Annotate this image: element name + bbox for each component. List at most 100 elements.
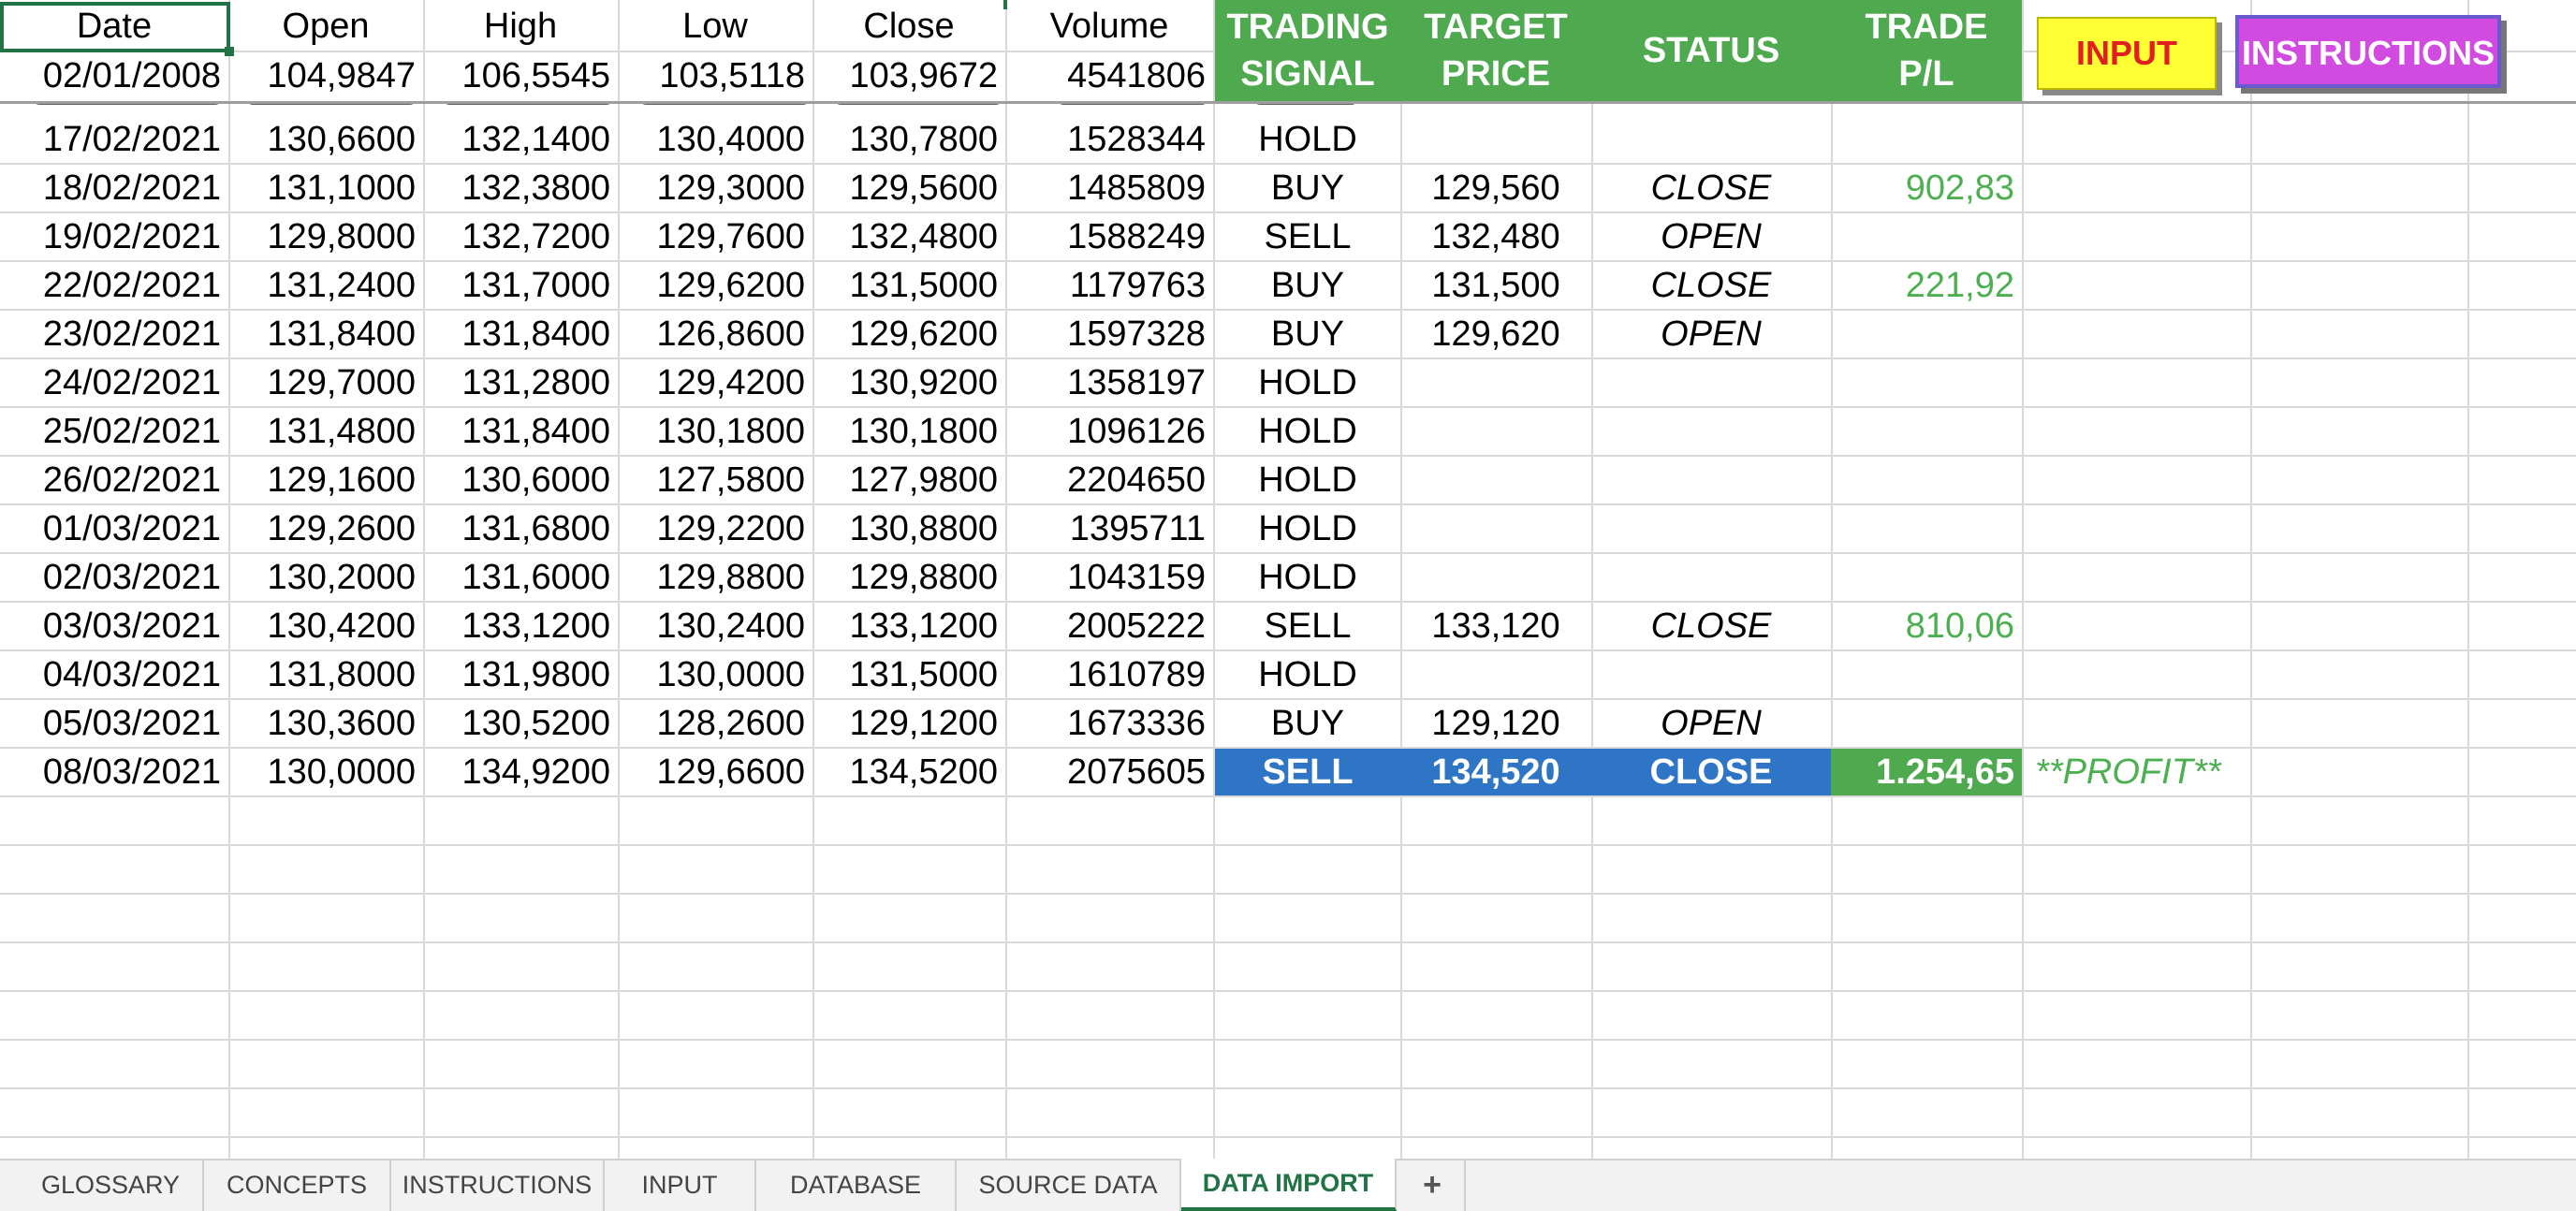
cell-signal[interactable]: SELL	[1215, 603, 1400, 649]
cell-date[interactable]: 23/02/2021	[0, 311, 228, 357]
cell-high[interactable]: 131,6000	[423, 554, 618, 601]
cell-note[interactable]	[2024, 554, 2398, 601]
cell-date[interactable]: 19/02/2021	[0, 213, 228, 260]
cell-date[interactable]: 02/03/2021	[0, 554, 228, 601]
cell-close[interactable]: 131,5000	[812, 651, 1005, 698]
cell-pl[interactable]	[1831, 116, 2022, 163]
cell-status[interactable]	[1591, 651, 1831, 698]
col-header-status[interactable]: STATUS	[1591, 0, 1831, 101]
cell-pl[interactable]: 902,83	[1831, 165, 2022, 212]
cell-close[interactable]: 127,9800	[812, 457, 1005, 503]
cell-open[interactable]: 129,7000	[228, 359, 423, 406]
cell-note[interactable]	[2024, 213, 2398, 260]
cell-volume[interactable]: 2204650	[1005, 457, 1213, 503]
cell-high[interactable]: 132,7200	[423, 213, 618, 260]
cell-status[interactable]: OPEN	[1591, 213, 1831, 260]
cell-low[interactable]: 127,5800	[618, 457, 812, 503]
cell-status[interactable]: OPEN	[1591, 700, 1831, 747]
cell-pl[interactable]	[1831, 651, 2022, 698]
cell-volume[interactable]: 1610789	[1005, 651, 1213, 698]
cell-signal[interactable]: HOLD	[1215, 651, 1400, 698]
cell-volume[interactable]: 2075605	[1005, 749, 1213, 795]
cell-close[interactable]: 133,1200	[812, 603, 1005, 649]
cell-high[interactable]: 131,6800	[423, 505, 618, 552]
cell-date[interactable]: 04/03/2021	[0, 651, 228, 698]
cell-low[interactable]: 130,1800	[618, 408, 812, 455]
cell-note[interactable]	[2024, 457, 2398, 503]
cell-open[interactable]: 131,8000	[228, 651, 423, 698]
cell-note[interactable]	[2024, 700, 2398, 747]
cell-signal[interactable]: BUY	[1215, 262, 1400, 309]
cell-volume[interactable]: 1096126	[1005, 408, 1213, 455]
sheet-tab-source-data[interactable]: SOURCE DATA	[957, 1160, 1181, 1211]
add-sheet-button[interactable]: +	[1400, 1160, 1466, 1211]
cell-status[interactable]	[1591, 116, 1831, 163]
col-header-close[interactable]: Close	[812, 0, 1005, 52]
cell-pl[interactable]: 221,92	[1831, 262, 2022, 309]
cell-target[interactable]: 129,620	[1400, 311, 1591, 357]
cell-pl[interactable]	[1831, 700, 2022, 747]
cell-volume[interactable]: 1358197	[1005, 359, 1213, 406]
cell-target[interactable]	[1400, 408, 1591, 455]
cell-target[interactable]: 134,520	[1400, 749, 1591, 795]
cell-open[interactable]: 129,2600	[228, 505, 423, 552]
cell-high[interactable]: 133,1200	[423, 603, 618, 649]
cell-note[interactable]: **PROFIT**	[2024, 749, 2398, 795]
cell-low[interactable]: 129,3000	[618, 165, 812, 212]
cell-low[interactable]: 129,2200	[618, 505, 812, 552]
cell-pl[interactable]	[1831, 311, 2022, 357]
cell-signal[interactable]: BUY	[1215, 311, 1400, 357]
cell-date[interactable]: 17/02/2021	[0, 116, 228, 163]
cell-open[interactable]: 130,4200	[228, 603, 423, 649]
cell-date[interactable]: 08/03/2021	[0, 749, 228, 795]
cell-low[interactable]: 128,2600	[618, 700, 812, 747]
cell-status[interactable]	[1591, 505, 1831, 552]
sheet-tab-database[interactable]: DATABASE	[756, 1160, 957, 1211]
cell-low[interactable]: 129,7600	[618, 213, 812, 260]
cell-status[interactable]	[1591, 408, 1831, 455]
cell-target[interactable]	[1400, 116, 1591, 163]
cell-date[interactable]: 25/02/2021	[0, 408, 228, 455]
spreadsheet-grid[interactable]: Date Open High Low Close Volume 02/01/20…	[0, 0, 2576, 1159]
input-button[interactable]: INPUT	[2037, 17, 2217, 90]
cell-target[interactable]	[1400, 554, 1591, 601]
cell-pl[interactable]	[1831, 359, 2022, 406]
cell-date[interactable]: 05/03/2021	[0, 700, 228, 747]
cell-open[interactable]: 130,0000	[228, 749, 423, 795]
cell-high[interactable]: 131,7000	[423, 262, 618, 309]
cell-close[interactable]: 130,7800	[812, 116, 1005, 163]
cell-close[interactable]: 132,4800	[812, 213, 1005, 260]
col-header-trading-signal[interactable]: TRADING SIGNAL	[1215, 0, 1400, 101]
cell-volume[interactable]: 4541806	[1005, 52, 1213, 99]
cell-target[interactable]: 131,500	[1400, 262, 1591, 309]
cell-volume[interactable]: 1485809	[1005, 165, 1213, 212]
cell-signal[interactable]: SELL	[1215, 213, 1400, 260]
cell-pl[interactable]	[1831, 554, 2022, 601]
cell-close[interactable]: 130,1800	[812, 408, 1005, 455]
cell-status[interactable]: CLOSE	[1591, 603, 1831, 649]
cell-status[interactable]	[1591, 554, 1831, 601]
sheet-tab-input[interactable]: INPUT	[605, 1160, 756, 1211]
cell-status[interactable]: CLOSE	[1591, 262, 1831, 309]
cell-close[interactable]: 103,9672	[812, 52, 1005, 99]
cell-pl[interactable]	[1831, 408, 2022, 455]
cell-status[interactable]: CLOSE	[1591, 749, 1831, 795]
cell-open[interactable]: 130,2000	[228, 554, 423, 601]
cell-pl[interactable]	[1831, 505, 2022, 552]
cell-note[interactable]	[2024, 359, 2398, 406]
cell-note[interactable]	[2024, 311, 2398, 357]
cell-volume[interactable]: 1043159	[1005, 554, 1213, 601]
cell-date[interactable]: 22/02/2021	[0, 262, 228, 309]
cell-low[interactable]: 130,2400	[618, 603, 812, 649]
cell-open[interactable]: 131,4800	[228, 408, 423, 455]
cell-date[interactable]: 18/02/2021	[0, 165, 228, 212]
cell-status[interactable]: OPEN	[1591, 311, 1831, 357]
cell-close[interactable]: 129,1200	[812, 700, 1005, 747]
cell-close[interactable]: 134,5200	[812, 749, 1005, 795]
cell-note[interactable]	[2024, 651, 2398, 698]
cell-volume[interactable]: 1588249	[1005, 213, 1213, 260]
cell-low[interactable]: 130,0000	[618, 651, 812, 698]
sheet-tab-glossary[interactable]: GLOSSARY	[19, 1160, 204, 1211]
cell-note[interactable]	[2024, 505, 2398, 552]
cell-low[interactable]: 126,8600	[618, 311, 812, 357]
